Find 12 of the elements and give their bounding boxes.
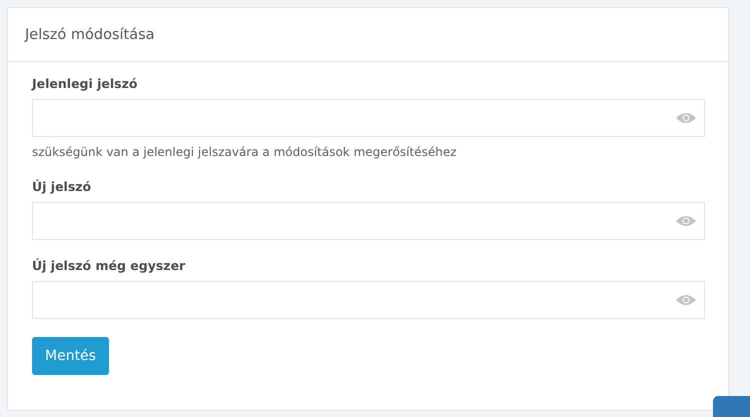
password-field[interactable] bbox=[32, 202, 705, 240]
help-text: szükségünk van a jelenlegi jelszavára a módosítások megerősítéséhez bbox=[32, 145, 458, 159]
eye-icon[interactable] bbox=[676, 215, 696, 227]
password-field[interactable] bbox=[32, 99, 705, 137]
save-button[interactable]: Mentés bbox=[32, 337, 109, 375]
eye-icon[interactable] bbox=[676, 112, 696, 124]
field-label: Új jelszó bbox=[32, 179, 92, 194]
card-title: Jelszó módosítása bbox=[25, 26, 155, 42]
field-label: Jelenlegi jelszó bbox=[32, 76, 138, 91]
field-label: Új jelszó még egyszer bbox=[32, 258, 186, 273]
eye-icon[interactable] bbox=[676, 294, 696, 306]
password-field[interactable] bbox=[32, 281, 705, 319]
